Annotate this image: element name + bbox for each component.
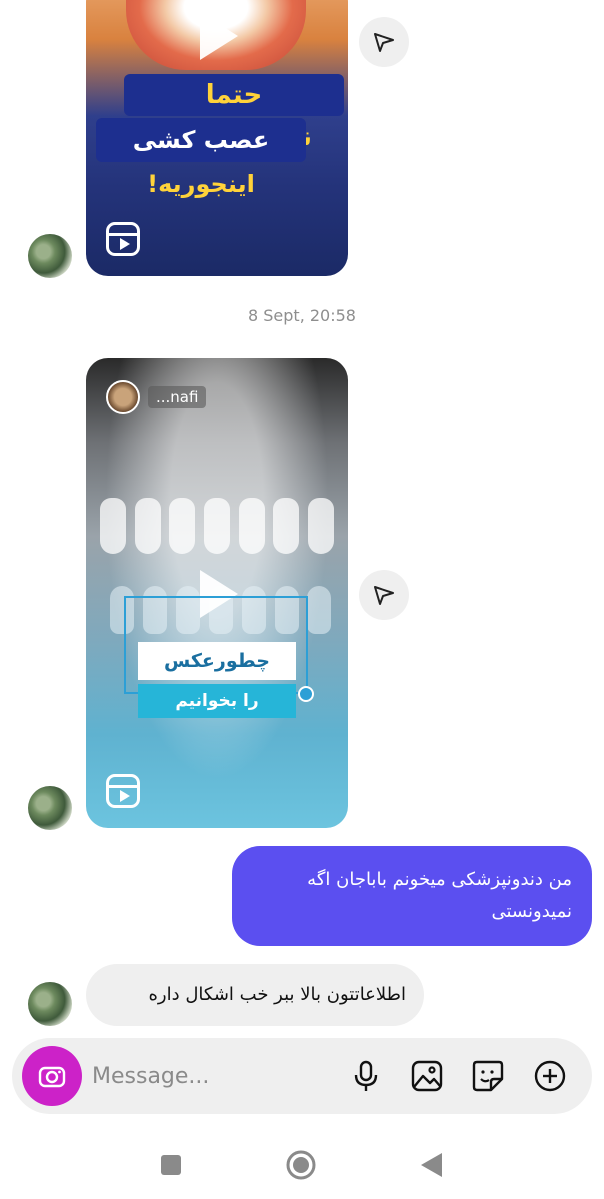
share-button[interactable] [359,17,409,67]
image-icon [411,1060,443,1092]
triangle-back-icon [421,1153,442,1177]
play-icon [200,12,238,60]
avatar[interactable] [28,234,72,278]
reel-banner-line1: حتما نمی‌دونستی [124,74,344,152]
square-icon [161,1155,181,1175]
message-timestamp: 8 Sept, 20:58 [248,306,356,325]
reel-label-line1: چطورعکس دندان [138,642,296,710]
reels-icon [106,222,140,256]
avatar[interactable] [28,982,72,1026]
reel-author-username: ...nafi [148,386,207,408]
paper-plane-icon [374,586,394,605]
sticker-button[interactable] [468,1056,508,1096]
message-input[interactable] [92,1056,342,1096]
circle-icon [286,1150,316,1180]
recent-apps-button[interactable] [154,1148,188,1182]
home-button[interactable] [284,1148,318,1182]
back-button[interactable] [414,1148,448,1182]
camera-icon [38,1066,66,1088]
system-navigation-bar [0,1130,604,1199]
microphone-button[interactable] [346,1056,386,1096]
outgoing-message-bubble[interactable]: من دندونپزشکی میخونم باباجان اگه نمیدونس… [232,846,592,946]
reel-banner-line2-yellow: اینجوریه! [147,170,255,198]
message-composer [12,1038,592,1114]
reel-banner-line2: عصب کشی اینجوریه! [96,118,306,198]
share-button[interactable] [359,570,409,620]
avatar[interactable] [28,786,72,830]
reel-author-avatar [106,380,140,414]
xray-upper-teeth [96,498,338,578]
reel-author[interactable]: ...nafi [106,380,207,414]
shared-reel-endodontics[interactable]: حتما نمی‌دونستی عصب کشی اینجوریه! [86,0,348,276]
frame-handle [298,686,314,702]
add-button[interactable] [530,1056,570,1096]
incoming-message-bubble[interactable]: اطلاعاتتون بالا ببر خب اشکال داره [86,964,424,1026]
reel-label-line2: را بخوانیم [138,684,296,718]
camera-button[interactable] [22,1046,82,1106]
microphone-icon [354,1060,378,1091]
shared-reel-dental-xray[interactable]: ...nafi چطورعکس دندان را بخوانیم [86,358,348,828]
plus-circle-icon [534,1060,566,1092]
chat-screen: حتما نمی‌دونستی عصب کشی اینجوریه! 8 Sept… [0,0,604,1199]
reel-banner-line2-white: عصب کشی [132,126,270,154]
reels-icon [106,774,140,808]
gallery-button[interactable] [407,1056,447,1096]
paper-plane-icon [374,33,394,52]
sticker-icon [472,1060,504,1092]
